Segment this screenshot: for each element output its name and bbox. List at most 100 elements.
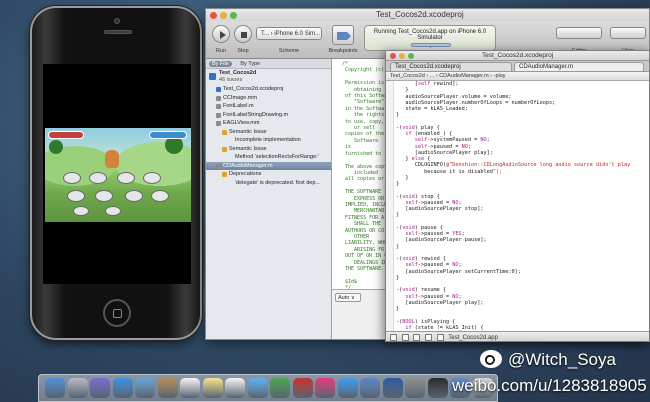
navigator-item-label: EAGLView.mm (223, 120, 260, 126)
jump-bar[interactable]: Test_Cocos2d › ... › CDAudioManager.m › … (386, 72, 649, 81)
license-comment: /* Copyright (c) Permission is obtaining… (332, 59, 392, 289)
breakpoint-icon (337, 32, 351, 40)
dock-mission-control-icon[interactable] (90, 378, 110, 398)
file-icon (216, 104, 221, 109)
warning-icon (222, 146, 227, 152)
dock-contacts-icon[interactable] (157, 378, 178, 398)
farm-plot[interactable] (73, 206, 89, 216)
editor-tab-bar: Test_Cocos2d.xcodeproj CDAudioManager.m (386, 61, 649, 72)
breakpoints-button[interactable] (332, 25, 354, 45)
navigator-item-label: FontLabel.m (223, 103, 254, 109)
navigator-item[interactable]: Semantic Issue (206, 128, 331, 137)
navigator-item[interactable]: FontLabelStringDrawing.m (206, 111, 331, 120)
warning-icon (222, 129, 227, 135)
navigator-item-label: 'delegate' is deprecated. first dep... (235, 179, 320, 186)
farm-plot[interactable] (125, 190, 143, 202)
navigator-item[interactable]: Incomplete implementation (206, 136, 331, 145)
source-editor[interactable]: /* Copyright (c) Permission is obtaining… (332, 59, 392, 289)
navigator-list: Test_Cocos2d.xcodeproj CCImage.mm FontLabe… (206, 85, 331, 187)
view-selector[interactable] (610, 27, 646, 39)
dock-launchpad-icon[interactable] (67, 378, 88, 398)
dock-terminal-icon[interactable] (427, 378, 448, 398)
navigator-item[interactable]: CCImage.mm (206, 94, 331, 103)
farm-plot[interactable] (117, 172, 135, 184)
navigator-item[interactable]: Semantic Issue (206, 145, 331, 154)
close-window-icon[interactable] (210, 12, 217, 19)
game-tree (49, 140, 63, 154)
dock-instruments-icon[interactable] (382, 378, 403, 398)
zoom-window-icon[interactable] (230, 12, 237, 19)
step-into-icon[interactable] (425, 334, 433, 341)
file-icon (216, 112, 221, 118)
game-scene[interactable] (45, 128, 191, 222)
issue-navigator: By File By Type Test_Cocos2d 46 issues T… (206, 59, 332, 339)
editor-mode-selector[interactable] (556, 27, 602, 39)
farm-plot[interactable] (95, 190, 113, 202)
warning-icon (222, 172, 227, 177)
dock-notes-icon[interactable] (202, 378, 223, 398)
project-row[interactable]: Test_Cocos2d 46 issues (206, 69, 331, 85)
minimize-window-icon[interactable] (399, 53, 405, 59)
dock-finder-icon[interactable] (45, 378, 65, 398)
tab-project[interactable]: Test_Cocos2d.xcodeproj (390, 62, 512, 71)
desktop: Test_Cocos2d.xcodeproj Run Stop T... › i… (0, 0, 650, 402)
dock-safari-icon[interactable] (112, 378, 133, 398)
debug-area: Auto ∨ (332, 289, 392, 339)
home-button[interactable] (103, 299, 131, 327)
dock-mail-icon[interactable] (135, 378, 155, 398)
stop-button[interactable] (234, 25, 252, 43)
debug-target: Test_Cocos2d.app (448, 335, 498, 342)
dock-itunes-icon[interactable] (315, 378, 335, 398)
farm-plot[interactable] (151, 190, 169, 202)
navigator-item[interactable]: FontLabel.m (206, 102, 331, 111)
farm-plot[interactable] (63, 172, 81, 184)
farm-plot[interactable] (143, 172, 161, 184)
filter-by-file[interactable]: By File (209, 61, 232, 67)
camera-icon (114, 18, 120, 24)
farm-plot[interactable] (89, 172, 107, 184)
status-progress (411, 43, 451, 47)
navigator-item[interactable]: Deprecations (206, 170, 331, 179)
dock-system-preferences-icon[interactable] (405, 378, 425, 398)
dock-facetime-icon[interactable] (270, 378, 290, 398)
dock-xcode-icon[interactable] (360, 378, 380, 398)
navigator-item-label: Semantic Issue (229, 128, 267, 135)
simulator-screen[interactable] (43, 64, 191, 284)
dock-photo-booth-icon[interactable] (292, 378, 313, 398)
zoom-window-icon[interactable] (408, 53, 414, 59)
navigator-item[interactable]: CDAudioManager.m (206, 161, 331, 170)
dock-reminders-icon[interactable] (225, 378, 245, 398)
activity-status: Running Test_Cocos2d.app on iPhone 6.0 S… (364, 25, 496, 51)
xcode-titlebar[interactable]: Test_Cocos2d.xcodeproj (206, 9, 649, 21)
step-over-icon[interactable] (413, 334, 421, 341)
dock-calendar-icon[interactable] (180, 378, 200, 398)
speaker-grille (104, 30, 132, 34)
line-gutter[interactable] (386, 81, 394, 331)
window-title: Test_Cocos2d.xcodeproj (376, 10, 464, 19)
game-character (105, 150, 119, 168)
dock-app-store-icon[interactable] (337, 378, 358, 398)
editor-titlebar[interactable]: Test_Cocos2d.xcodeproj (386, 51, 649, 61)
weibo-logo-icon (480, 350, 502, 368)
navigator-item[interactable]: EAGLView.mm (206, 119, 331, 128)
scheme-selector[interactable]: T... › iPhone 6.0 Sim... (256, 27, 322, 40)
variables-scope-selector[interactable]: Auto ∨ (335, 293, 361, 302)
farm-plot[interactable] (105, 206, 121, 216)
tab-cdaudiomanager[interactable]: CDAudioManager.m (514, 62, 644, 71)
navigator-item[interactable]: Method 'selectionRectsForRange:' (206, 153, 331, 162)
farm-plot[interactable] (67, 190, 85, 202)
minimize-window-icon[interactable] (220, 12, 227, 19)
run-button[interactable] (212, 25, 230, 43)
step-out-icon[interactable] (436, 334, 444, 341)
filter-by-type[interactable]: By Type (237, 61, 263, 67)
pause-icon[interactable] (401, 334, 409, 341)
dock-messages-icon[interactable] (247, 378, 268, 398)
home-square-icon (113, 309, 122, 318)
hide-debug-icon[interactable] (390, 334, 397, 341)
navigator-item[interactable]: 'delegate' is deprecated. first dep... (206, 179, 331, 188)
issues-count: 46 issues (219, 77, 243, 83)
close-window-icon[interactable] (390, 53, 396, 59)
navigator-item[interactable]: Test_Cocos2d.xcodeproj (206, 85, 331, 94)
navigator-item-label: Test_Cocos2d.xcodeproj (223, 86, 284, 92)
code-editor[interactable]: [self rewind]; } audioSourcePlayer.volum… (396, 81, 649, 331)
